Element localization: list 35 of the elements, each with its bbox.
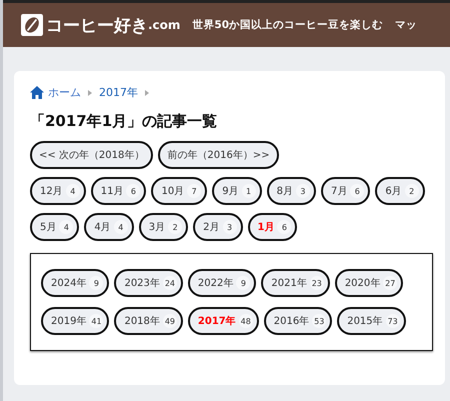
year-button[interactable]: 2018年 49 <box>114 307 183 335</box>
month-button[interactable]: 7月 6 <box>320 177 370 205</box>
breadcrumb-link[interactable]: ホーム <box>48 85 81 100</box>
page-title: 「2017年1月」の記事一覧 <box>30 112 218 131</box>
year-nav-button[interactable]: 前の年（2016年）>> <box>158 141 279 169</box>
month-button[interactable]: 3月 2 <box>138 213 188 241</box>
month-button[interactable]: 8月 3 <box>266 177 316 205</box>
month-button[interactable]: 10月 7 <box>151 177 208 205</box>
breadcrumb-link[interactable]: 2017年 <box>99 85 138 100</box>
year-button[interactable]: 2022年 9 <box>188 269 256 297</box>
home-icon[interactable] <box>30 86 44 99</box>
year-button[interactable]: 2015年 73 <box>337 307 406 335</box>
year-button[interactable]: 2024年 9 <box>41 269 110 297</box>
month-button[interactable]: 12月 4 <box>30 177 86 205</box>
year-button[interactable]: 2023年 24 <box>114 269 183 297</box>
year-button[interactable]: 2021年 23 <box>261 269 330 297</box>
chevron-icon <box>88 90 92 96</box>
month-button[interactable]: 5月 4 <box>30 213 80 241</box>
site-name[interactable]: コーヒー好き <box>46 14 148 36</box>
month-button[interactable]: 6月 2 <box>375 177 425 205</box>
year-nav-button[interactable]: << 次の年（2018年） <box>30 141 154 169</box>
chevron-icon <box>145 90 149 96</box>
nav-link[interactable]: マッ <box>395 18 418 32</box>
month-button[interactable]: 11月 6 <box>90 177 146 205</box>
month-button[interactable]: 9月 1 <box>212 177 262 205</box>
month-button[interactable]: 2月 3 <box>193 213 242 241</box>
year-button[interactable]: 2019年 41 <box>41 307 110 335</box>
year-button[interactable]: 2020年 27 <box>334 269 404 297</box>
month-button[interactable]: 4月 4 <box>84 213 134 241</box>
coffee-bean-icon <box>21 14 43 36</box>
site-domain[interactable]: .com <box>148 18 180 32</box>
year-button[interactable]: 2017年 48 <box>188 307 259 335</box>
month-button[interactable]: 1月 6 <box>248 213 298 241</box>
tagline: 世界50か国以上のコーヒー豆を楽しむ <box>192 18 384 32</box>
year-button[interactable]: 2016年 53 <box>264 307 332 335</box>
